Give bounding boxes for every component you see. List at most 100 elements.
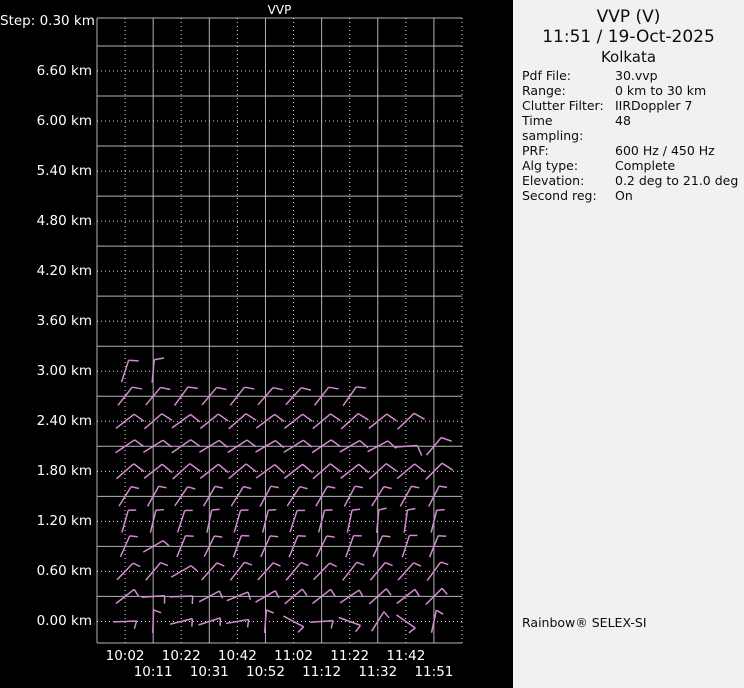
wind-barb-feather: [244, 386, 255, 390]
wind-barb-feather: [134, 439, 144, 447]
metadata-value: 0 km to 30 km: [615, 83, 707, 98]
x-tick-label: 11:32: [358, 664, 398, 680]
wind-barb-feather: [354, 624, 362, 633]
wind-barb-feather: [268, 508, 277, 511]
wind-barb-feather: [302, 413, 313, 422]
wind-barb-feather: [190, 413, 201, 423]
wind-barb-feather: [439, 485, 448, 489]
panel-metadata-fields: Pdf File: 30.vvp Range: 0 km to 30 km Clutte…: [522, 68, 740, 203]
wind-barb-feather: [245, 463, 257, 473]
x-tick-label: 11:02: [274, 648, 313, 664]
wind-barb-feather: [438, 534, 447, 538]
wind-barb-feather: [274, 464, 285, 474]
wind-barb-feather: [297, 626, 305, 633]
wind-barb-feather: [414, 588, 420, 597]
wind-barb-feather: [411, 485, 420, 489]
metadata-label: PRF:: [522, 143, 549, 158]
wind-barb-feather: [330, 588, 336, 597]
metadata-value: 0.2 deg to 21.0 deg: [615, 173, 739, 188]
wind-barb-shaft: [172, 463, 191, 480]
x-tick-label: 11:42: [386, 648, 426, 664]
wind-barb-feather: [435, 609, 444, 615]
wind-barb-feather: [270, 485, 279, 489]
plot-title: VVP: [267, 3, 292, 17]
wind-barb-feather: [358, 463, 370, 474]
y-tick-label: 1.80 km: [36, 463, 92, 480]
wind-barb-shaft: [403, 509, 409, 533]
wind-barb-feather: [385, 588, 392, 596]
wind-barb-shaft: [151, 359, 155, 383]
panel-datetime: 11:51 / 19-Oct-2025: [542, 27, 715, 47]
x-tick-label: 11:22: [330, 648, 370, 664]
metadata-label: Range:: [522, 83, 566, 98]
wind-barb-feather: [270, 535, 279, 538]
y-tick-label: 4.80 km: [36, 213, 92, 230]
panel-site-name: Kolkata: [600, 48, 657, 66]
y-tick-label: 2.40 km: [36, 413, 92, 430]
wind-barb-feather: [244, 561, 253, 566]
x-tick-label: 10:02: [105, 648, 145, 664]
metadata-value: 30.vvp: [615, 68, 658, 83]
wind-barb-shaft: [263, 609, 268, 633]
wind-barb-feather: [383, 485, 392, 490]
wind-barb-feather: [162, 540, 170, 547]
metadata-value: Complete: [615, 158, 676, 173]
metadata-row: Alg type: Complete: [522, 158, 740, 173]
wind-barb-shaft: [376, 509, 380, 533]
metadata-label: Pdf File:: [522, 68, 571, 83]
wind-barb-feather: [352, 508, 361, 511]
wind-barb-feather: [441, 436, 452, 442]
metadata-row: Time sampling: 48: [522, 113, 740, 143]
wind-barb-feather: [297, 534, 306, 538]
wind-barb-feather: [385, 463, 398, 472]
y-tick-label: 6.60 km: [36, 63, 92, 79]
wind-barb-feather: [356, 386, 367, 389]
wind-barb-feather: [302, 463, 314, 474]
wind-barb-feather: [329, 463, 342, 473]
wind-barb-feather: [416, 445, 423, 456]
wind-barb-feather: [301, 386, 312, 391]
wind-barb-feather: [274, 413, 285, 423]
wind-barb-feather: [356, 561, 365, 566]
wind-barb-feather: [245, 413, 257, 421]
wind-barb-feather: [154, 357, 165, 361]
x-tick-label: 10:52: [246, 664, 285, 680]
x-tick-label: 10:11: [133, 664, 173, 680]
wind-barb-feather: [133, 620, 138, 629]
wind-barb-feather: [211, 508, 220, 511]
wind-barb-shaft: [233, 510, 242, 533]
wind-barb-shaft: [121, 510, 129, 533]
wind-barb-feather: [132, 386, 143, 390]
wind-barb-feather: [130, 485, 140, 490]
wind-barb-feather: [133, 463, 145, 473]
wind-barb-feather: [357, 412, 369, 421]
wind-profile-plot-canvas: [96, 17, 463, 644]
metadata-label: Alg type:: [522, 158, 579, 173]
x-tick-label: 11:51: [414, 664, 454, 680]
wind-barb-shaft: [283, 615, 305, 628]
wind-barb-feather: [441, 462, 454, 471]
step-size-label: Step: 0.30 km: [0, 13, 95, 29]
y-tick-label: 4.20 km: [36, 263, 92, 280]
metadata-label: Elevation:: [522, 173, 585, 188]
y-tick-label: 0.00 km: [36, 613, 92, 630]
metadata-value: 600 Hz / 450 Hz: [615, 143, 715, 158]
wind-barb-feather: [187, 386, 198, 390]
wind-barb-feather: [190, 439, 201, 447]
wind-barb-feather: [191, 618, 194, 627]
wind-barb-feather: [161, 413, 173, 421]
wind-barb-feather: [160, 386, 171, 391]
wind-barb-feather: [153, 609, 162, 614]
metadata-row: Pdf File: 30.vvp: [522, 68, 740, 83]
wind-barb-feather: [217, 463, 229, 474]
y-tick-label: 0.60 km: [36, 563, 92, 580]
wind-barb-feather: [133, 413, 145, 422]
panel-product-title: VVP (V): [596, 7, 661, 27]
wind-barb-shaft: [170, 565, 192, 578]
wind-barb-feather: [158, 485, 167, 489]
wind-barb-feather: [243, 485, 252, 490]
metadata-label: Clutter Filter:: [522, 98, 604, 113]
wind-barb-feather: [378, 507, 387, 511]
wind-barb-shaft: [169, 595, 193, 598]
wind-barb-feather: [407, 507, 416, 511]
